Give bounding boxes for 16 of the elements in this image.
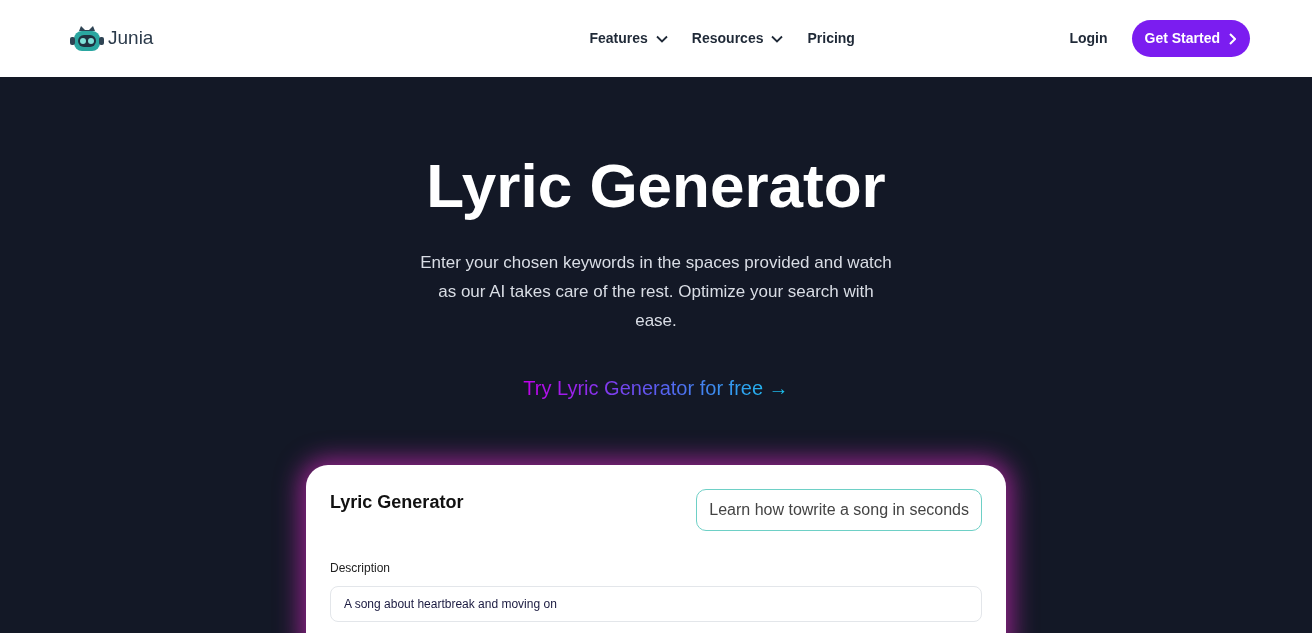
get-started-button[interactable]: Get Started [1131,20,1250,57]
chevron-down-icon [771,34,784,43]
nav-menu-item[interactable]: Features [589,28,668,49]
chevron-down-icon [655,34,668,43]
nav-menu-item[interactable]: Resources [691,28,784,49]
robot-logo-icon[interactable] [70,24,104,53]
card-title: Lyric Generator [330,491,464,515]
description-field[interactable]: A song about heartbreak and moving on [330,586,982,623]
nav-menu-item[interactable]: Pricing [807,28,855,49]
tutorial-link[interactable]: Learn how towrite a song in seconds [696,489,982,532]
hero-title: Lyric Generator [425,152,887,221]
login-link[interactable]: Login [1069,28,1108,49]
chevron-right-icon [1228,32,1236,45]
brand-name[interactable]: Junia [108,24,154,53]
hero-subtitle: Enter your chosen keywords in the spaces provided and watch as our AI takes care of the rest. Optimize your search with ease. [419,252,893,333]
field-label: Description [330,560,392,578]
